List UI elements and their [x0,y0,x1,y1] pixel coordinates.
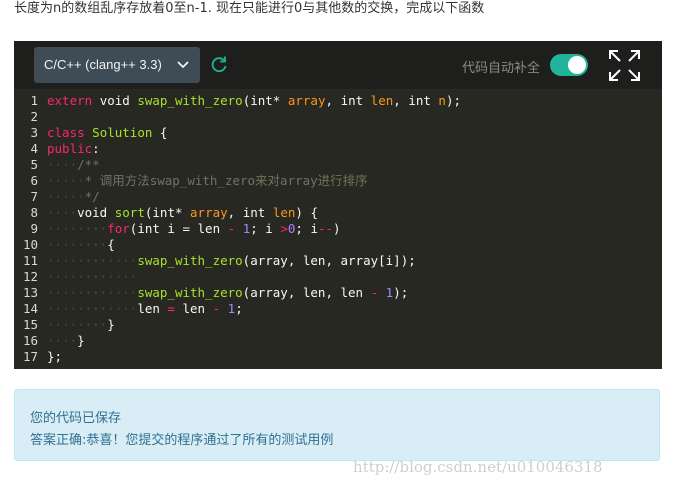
line-number: 7 [30,189,38,204]
code-line-text: ····} [47,333,85,348]
code-line-text: ·····*/ [47,189,100,204]
code-line: 4 public: [14,141,662,157]
code-line-text: ············len = len - 1; [47,301,243,316]
line-number: 1 [30,93,38,108]
line-number: 5 [30,157,38,172]
language-select-value: C/C++ (clang++ 3.3) [44,57,162,72]
code-line: 16 ····} [14,333,662,349]
autocomplete-label: 代码自动补全 [462,60,541,75]
code-line: 7 ·····*/ [14,189,662,205]
line-number: 12 [22,269,38,284]
code-line: 9 ········for(int i = len - 1; i >0; i--) [14,221,662,237]
fullscreen-icon[interactable] [607,48,642,83]
code-line: 6 ·····* 调用方法swap_with_zero来对array进行排序 [14,173,662,189]
line-number: 2 [30,109,38,124]
line-number: 17 [22,349,38,364]
line-number: 11 [22,253,38,268]
code-line: 1 extern void swap_with_zero(int* array, … [14,93,662,109]
toggle-knob [568,56,586,74]
code-line-text: extern void swap_with_zero(int* array, i… [47,93,462,108]
language-select[interactable]: C/C++ (clang++ 3.3) [34,47,200,83]
editor-toolbar: C/C++ (clang++ 3.3) 代码自动补全 [14,41,662,89]
code-line-text: ·····* 调用方法swap_with_zero来对array进行排序 [47,173,368,188]
result-message: 答案正确:恭喜！您提交的程序通过了所有的测试用例 [30,433,334,448]
code-line: 5 ····/** [14,157,662,173]
line-number: 3 [30,125,38,140]
code-editor[interactable]: C/C++ (clang++ 3.3) 代码自动补全 1 extern void … [14,41,662,369]
autocomplete-toggle[interactable] [550,54,588,76]
saved-message: 您的代码已保存 [30,411,122,426]
code-line-text: ····void sort(int* array, int len) { [47,205,318,220]
code-line-text: }; [47,349,63,364]
line-number: 10 [22,237,38,252]
line-number: 4 [30,141,38,156]
code-line: 17}; [14,349,662,365]
code-line-text: ········for(int i = len - 1; i >0; i--) [47,221,341,236]
line-number: 16 [22,333,38,348]
code-line-text: ····/** [47,157,100,172]
code-line-text: ········{ [47,237,115,252]
chevron-down-icon [177,61,189,69]
line-number: 13 [22,285,38,300]
code-line-text: ············ [47,269,138,284]
code-line-text: ············swap_with_zero(array, len, l… [47,285,409,300]
line-number: 6 [30,173,38,188]
code-line: 11 ············swap_with_zero(array, len,… [14,253,662,269]
code-line: 3 class Solution { [14,125,662,141]
code-line: 8 ····void sort(int* array, int len) { [14,205,662,221]
refresh-icon[interactable] [209,54,229,74]
code-line-text: ············swap_with_zero(array, len, a… [47,253,416,268]
code-line: 2 [14,109,662,125]
code-line: 12 ············ [14,269,662,285]
code-line: 13 ············swap_with_zero(array, len,… [14,285,662,301]
line-number: 14 [22,301,38,316]
code-line-text: ········} [47,317,115,332]
code-line: 10 ········{ [14,237,662,253]
code-line: 15 ········} [14,317,662,333]
result-panel: 您的代码已保存 答案正确:恭喜！您提交的程序通过了所有的测试用例 [14,389,660,461]
line-number: 15 [22,317,38,332]
line-number: 8 [30,205,38,220]
code-line: 14 ············len = len - 1; [14,301,662,317]
line-number: 9 [30,221,38,236]
problem-description: 长度为n的数组乱序存放着0至n-1. 现在只能进行0与其他数的交换，完成以下函数 [14,1,485,16]
watermark: http://blog.csdn.net/u010046318 [353,458,603,476]
code-line-text: public: [47,141,100,156]
code-line-text: class Solution { [47,125,168,140]
code-area[interactable]: 1 extern void swap_with_zero(int* array, … [14,93,662,365]
